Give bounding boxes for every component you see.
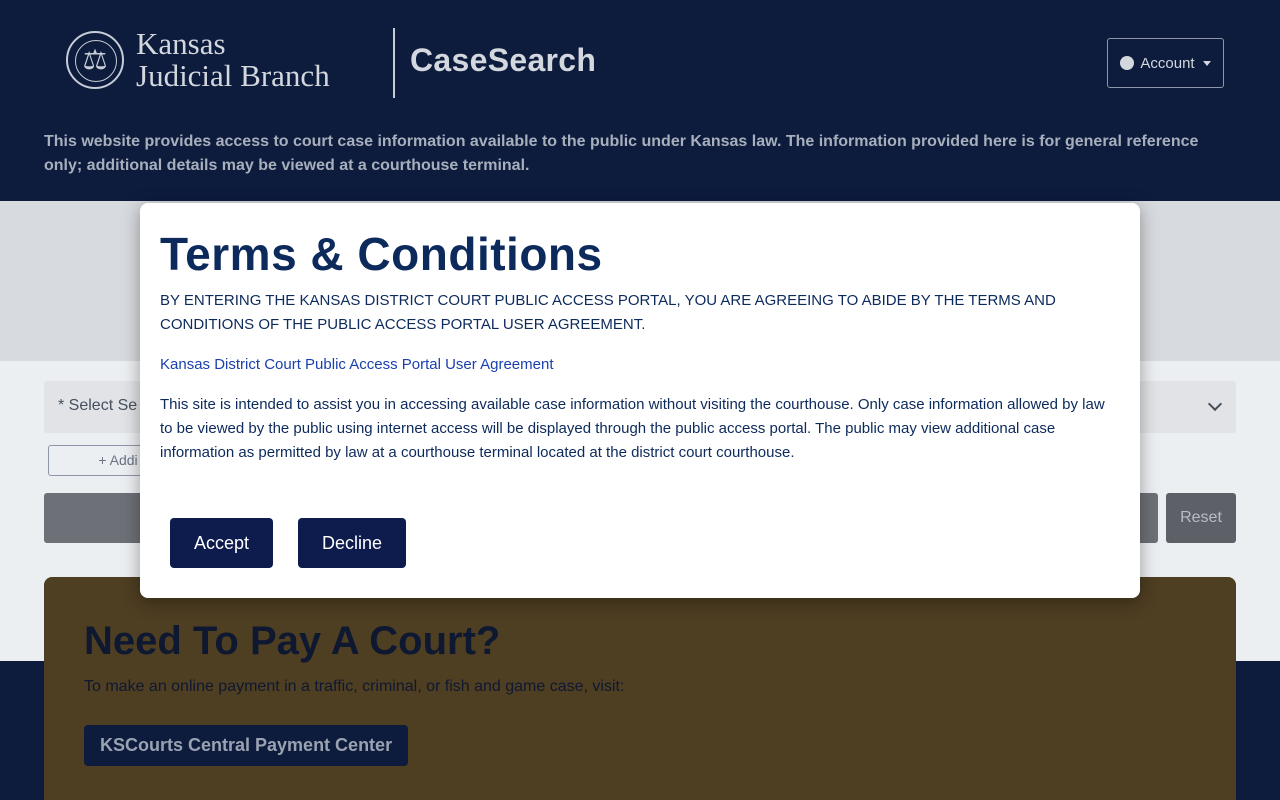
- payment-card: Need To Pay A Court? To make an online p…: [44, 577, 1236, 800]
- search-type-placeholder: * Select Se: [58, 397, 138, 414]
- modal-body-text: This site is intended to assist you in a…: [160, 396, 1105, 461]
- chevron-down-icon: [1207, 396, 1223, 412]
- accept-button[interactable]: Accept: [170, 518, 273, 568]
- modal-agreement-notice: BY ENTERING THE KANSAS DISTRICT COURT PU…: [160, 292, 1056, 333]
- site-description: This website provides access to court ca…: [44, 133, 1199, 174]
- kansas-judicial-branch-logo[interactable]: Kansas Judicial Branch: [66, 28, 330, 92]
- terms-modal: Terms & Conditions BY ENTERING THE KANSA…: [140, 203, 1140, 598]
- logo-line-2: Judicial Branch: [136, 58, 330, 93]
- logo-line-1: Kansas: [136, 26, 226, 61]
- modal-title: Terms & Conditions: [160, 228, 603, 280]
- payment-text: To make an online payment in a traffic, …: [84, 678, 625, 695]
- logo-divider: [393, 28, 395, 98]
- account-dropdown-button[interactable]: Account: [1107, 38, 1224, 88]
- account-label: Account: [1140, 54, 1195, 72]
- decline-button[interactable]: Decline: [298, 518, 406, 568]
- caret-down-icon: [1202, 60, 1211, 66]
- payment-center-button[interactable]: KSCourts Central Payment Center: [84, 725, 409, 766]
- user-agreement-link[interactable]: Kansas District Court Public Access Port…: [160, 353, 554, 377]
- seal-icon: [66, 31, 124, 89]
- site-header: Kansas Judicial Branch CaseSearch Accoun…: [0, 0, 1280, 201]
- user-circle-icon: [1120, 56, 1135, 70]
- reset-button[interactable]: Reset: [1166, 493, 1236, 543]
- logo-text: Kansas Judicial Branch: [136, 28, 330, 92]
- app-name[interactable]: CaseSearch: [410, 42, 596, 79]
- payment-title: Need To Pay A Court?: [84, 619, 501, 663]
